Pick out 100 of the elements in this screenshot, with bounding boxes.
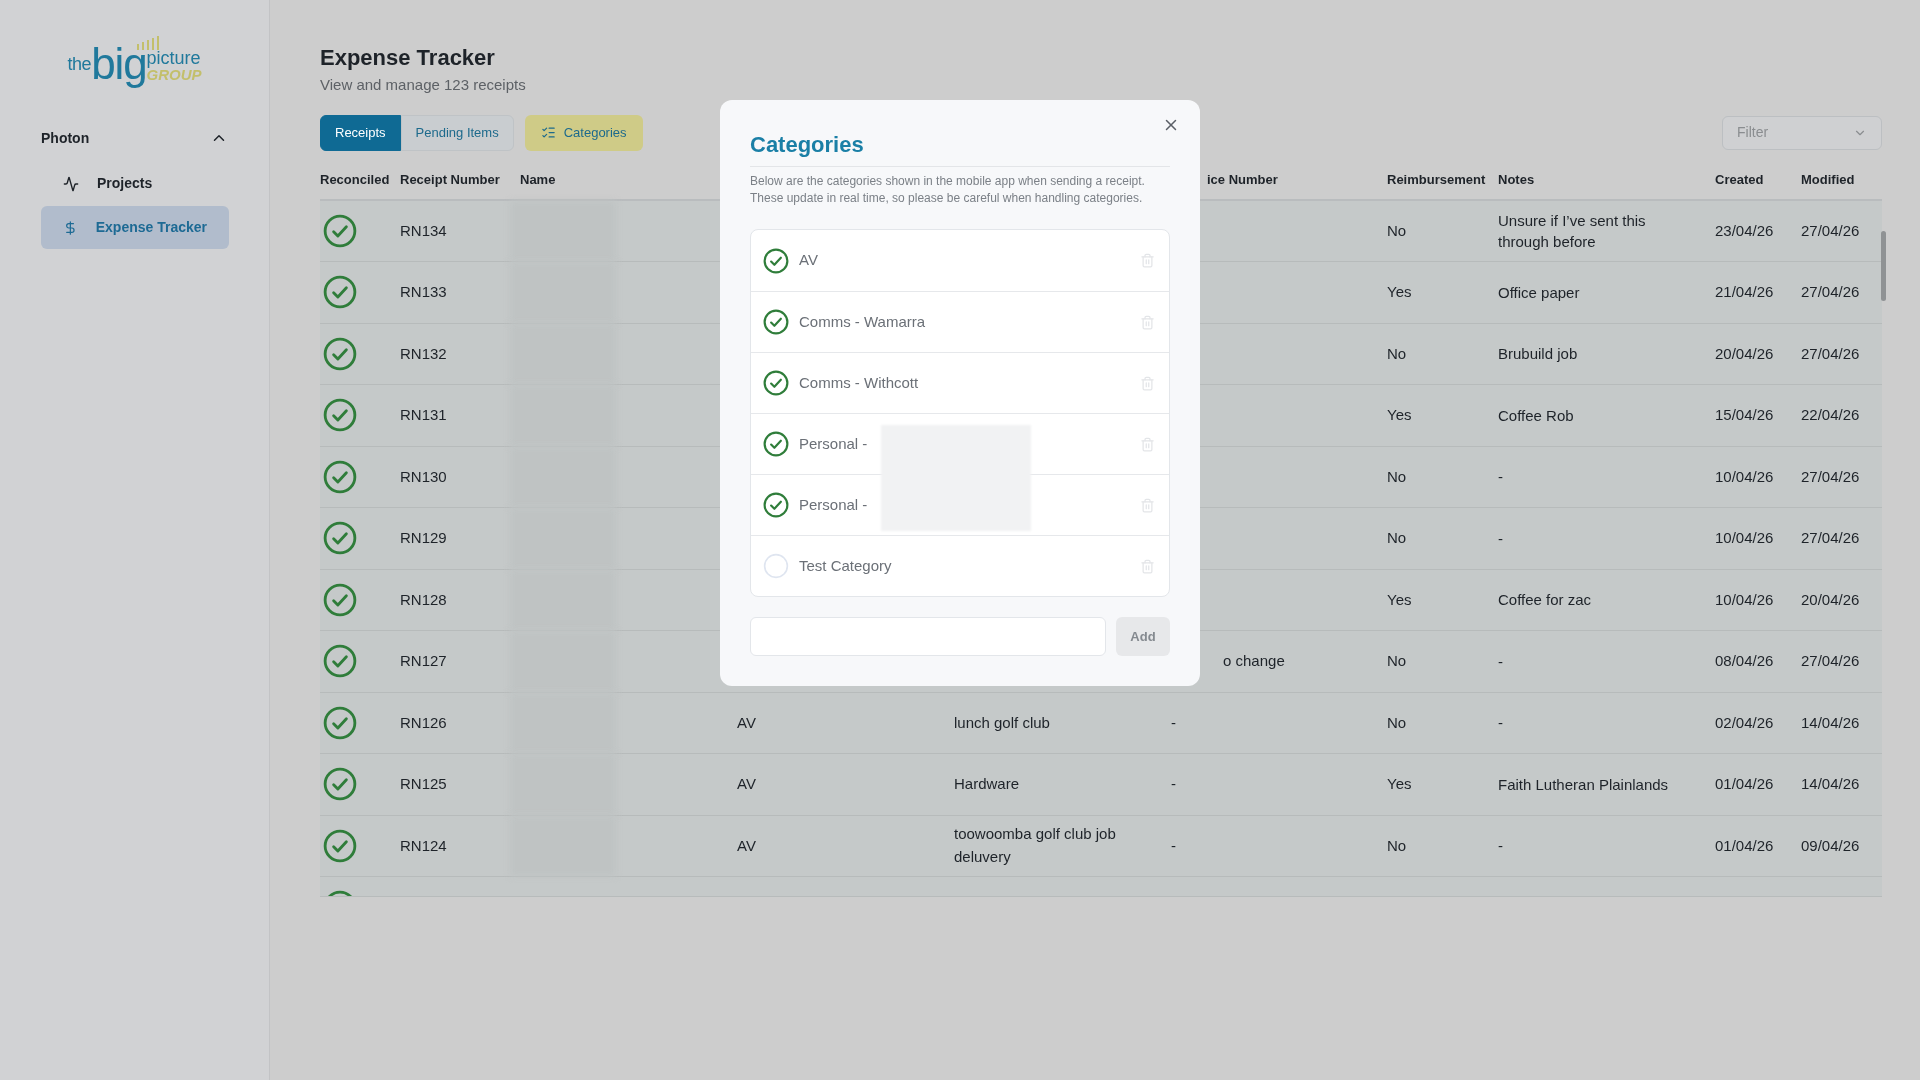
table-cell-text: No <box>1387 835 1408 856</box>
table-cell-text: Brubuild job <box>1498 344 1579 365</box>
category-label: AV <box>799 250 818 271</box>
table-cell: AV <box>737 713 756 731</box>
table-cell-text: 14/04/26 <box>1801 774 1861 794</box>
table-cell-text: 14/04/26 <box>1801 712 1861 733</box>
table-cell: - <box>1171 836 1176 854</box>
sidebar-item[interactable]: Projects <box>41 162 229 205</box>
table-cell-text: 10/04/26 <box>1715 528 1775 548</box>
table-cell-text: 27/04/26 <box>1801 466 1861 487</box>
dialog-description: Below are the categories shown in the mobile app when sending a receipt. These update in real time, so please be careful when handling categories. <box>750 173 1146 207</box>
table-cell-text: 01/04/26 <box>1715 774 1775 794</box>
category-label: Test Category <box>799 555 892 576</box>
table-cell-text: Coffee Rob <box>1498 405 1575 426</box>
tab[interactable]: Pending Items <box>400 114 514 151</box>
column-header: Reconciled <box>320 170 391 189</box>
table-cell-text: - <box>1498 467 1504 488</box>
table-cell-text: RN134 <box>400 220 448 241</box>
table-cell: AV <box>737 775 756 792</box>
table-cell-text: 21/04/26 <box>1715 282 1775 302</box>
table-cell-text: RN128 <box>400 589 448 610</box>
table-cell: - <box>1171 713 1176 731</box>
table-cell: AV <box>737 836 756 854</box>
table-cell-text: No <box>1387 343 1408 364</box>
table-cell-text: 27/04/26 <box>1801 651 1861 671</box>
table-cell-text: Office paper <box>1498 282 1581 303</box>
table-cell-text: 02/04/26 <box>1715 712 1775 733</box>
trash-icon[interactable] <box>1140 253 1155 268</box>
column-header: ice Number <box>1206 170 1279 189</box>
table-cell-text: 10/04/26 <box>1715 466 1775 487</box>
table-cell-text: No <box>1387 528 1408 548</box>
trash-icon[interactable] <box>1140 314 1155 330</box>
category-input[interactable] <box>750 617 1106 656</box>
dollar-icon <box>63 219 78 236</box>
category-label: Personal - <box>799 433 868 454</box>
table-cell-text: Coffee for zac <box>1498 590 1593 611</box>
table-cell: - <box>1171 775 1176 792</box>
table-cell-text: 20/04/26 <box>1715 343 1775 364</box>
table-cell-text: RN133 <box>400 282 448 302</box>
table-cell-text: 09/04/26 <box>1801 835 1861 856</box>
table-cell-text: - <box>1498 528 1504 549</box>
filter-select[interactable]: Filter <box>1722 115 1882 150</box>
category-label: Comms - Wamarra <box>799 311 926 332</box>
page-title: Expense Tracker <box>320 44 496 72</box>
checklist-icon <box>540 125 556 140</box>
column-header: Reimbursement <box>1387 170 1487 189</box>
section-label: Photon <box>41 128 90 148</box>
scrollbar-thumb[interactable] <box>1881 230 1886 301</box>
tab[interactable]: Receipts <box>320 114 401 151</box>
table-cell-text: RN124 <box>400 835 448 856</box>
table-cell-text: Yes <box>1387 282 1413 302</box>
table-cell-text: 10/04/26 <box>1715 589 1775 610</box>
add-button[interactable]: Add <box>1116 617 1170 656</box>
table-cell: o change <box>1223 652 1285 669</box>
table-cell-text: 27/04/26 <box>1801 528 1861 548</box>
category-label: Comms - Withcott <box>799 372 919 393</box>
table-cell-text: toowoomba golf club job deluvery <box>954 824 1117 867</box>
pulse-icon <box>63 175 79 192</box>
column-header: Created <box>1715 170 1765 189</box>
table-cell-text: 27/04/26 <box>1801 220 1861 241</box>
categories-button[interactable]: Categories <box>524 114 643 151</box>
table-cell-text: RN130 <box>400 466 448 487</box>
table-cell-text: 22/04/26 <box>1801 405 1861 425</box>
table-cell-text: RN126 <box>400 712 448 733</box>
table-cell-text: 27/04/26 <box>1801 282 1861 302</box>
table-cell-text: lunch golf club <box>954 712 1051 733</box>
sidebar-item[interactable]: Expense Tracker <box>41 206 229 249</box>
dialog-title: Categories <box>750 130 1170 167</box>
table-cell-text: 01/04/26 <box>1715 835 1775 856</box>
table-cell-text: Unsure if I’ve sent this through before <box>1498 210 1647 252</box>
table-cell-text: - <box>1498 651 1504 672</box>
table-cell-text: No <box>1387 651 1408 671</box>
table-cell-text: RN127 <box>400 651 448 671</box>
column-header: Notes <box>1498 170 1536 189</box>
table-cell-text: 08/04/26 <box>1715 651 1775 671</box>
trash-icon[interactable] <box>1140 375 1155 391</box>
trash-icon[interactable] <box>1140 558 1155 574</box>
table-cell-text: RN131 <box>400 405 448 425</box>
category-label: Personal - <box>799 494 868 515</box>
page-subtitle: View and manage 123 receipts <box>320 75 527 95</box>
table-cell-text: Yes <box>1387 774 1413 794</box>
table-cell-text: RN125 <box>400 774 448 794</box>
table-cell-text: 20/04/26 <box>1801 589 1861 610</box>
table-cell-text: Yes <box>1387 405 1413 425</box>
table-cell-text: Hardware <box>954 774 1021 794</box>
trash-icon[interactable] <box>1140 497 1155 513</box>
table-cell-text: Yes <box>1387 589 1413 610</box>
table-cell-text: 15/04/26 <box>1715 405 1775 425</box>
table-cell-text: No <box>1387 712 1408 733</box>
table-cell-text: 27/04/26 <box>1801 343 1861 364</box>
table-cell-text: No <box>1387 466 1408 487</box>
table-cell-text: - <box>1498 836 1504 857</box>
column-header: Receipt Number <box>400 170 501 189</box>
table-cell-text: RN132 <box>400 343 448 364</box>
column-header: Name <box>520 170 557 189</box>
table-cell-text: - <box>1498 713 1504 734</box>
table-cell-text: 23/04/26 <box>1715 220 1775 241</box>
trash-icon[interactable] <box>1140 436 1155 452</box>
table-cell-text: Faith Lutheran Plainlands <box>1498 774 1670 795</box>
column-header: Modified <box>1801 170 1856 189</box>
